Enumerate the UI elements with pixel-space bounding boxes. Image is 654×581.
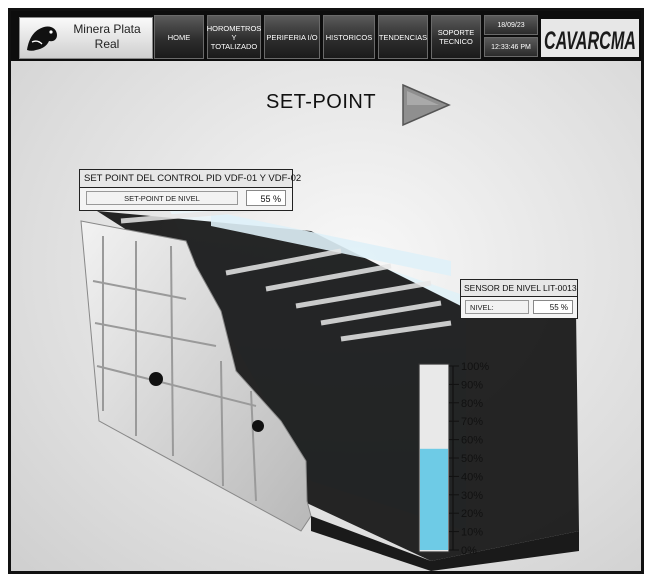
logo-text: CAVARCMA bbox=[544, 27, 636, 55]
wall-hole-right bbox=[252, 420, 264, 432]
nav-tendencias-button[interactable]: TENDENCIAS bbox=[378, 15, 428, 59]
setpoint-level-input[interactable]: 55 % bbox=[246, 190, 286, 206]
set-point-screen: SET-POINT SET POINT DEL CONTROL PID VDF-… bbox=[11, 61, 641, 571]
pid-panel-title: SET POINT DEL CONTROL PID VDF-01 Y VDF-0… bbox=[80, 170, 301, 188]
company-brand: Minera Plata Real bbox=[19, 17, 153, 59]
level-sensor-panel: SENSOR DE NIVEL LIT-0013 NIVEL: 55 % bbox=[460, 279, 578, 319]
hmi-window: Minera Plata Real HOME HOROMETROS Y TOTA… bbox=[8, 8, 644, 574]
company-name-line1: Minera Plata bbox=[73, 22, 141, 36]
gauge-tick-label: 60% bbox=[461, 435, 483, 447]
datetime-display: 18/09/23 12:33:46 PM bbox=[484, 15, 538, 59]
setpoint-level-label: SET-POINT DE NIVEL bbox=[86, 191, 238, 205]
time-display: 12:33:46 PM bbox=[484, 37, 538, 57]
top-navigation-bar: Minera Plata Real HOME HOROMETROS Y TOTA… bbox=[11, 11, 641, 61]
wall-hole-left bbox=[149, 372, 163, 386]
gauge-tick-label: 40% bbox=[461, 471, 483, 483]
sensor-panel-title: SENSOR DE NIVEL LIT-0013 bbox=[461, 280, 577, 297]
level-gauge: 100% 90% 80% 70% 60% 50% 40% 30% 20% 10% 0% bbox=[418, 361, 489, 557]
nav-soporte-button[interactable]: SOPORTE TECNICO bbox=[431, 15, 481, 59]
date-display: 18/09/23 bbox=[484, 15, 538, 35]
gauge-tick-label: 70% bbox=[461, 416, 483, 428]
cavarcma-logo: CAVARCMA bbox=[541, 19, 639, 57]
sensor-level-label: NIVEL: bbox=[465, 300, 529, 314]
nav-historicos-button[interactable]: HISTORICOS bbox=[323, 15, 375, 59]
gauge-tick-label: 10% bbox=[461, 527, 483, 539]
nav-home-button[interactable]: HOME bbox=[154, 15, 204, 59]
gauge-tick-label: 100% bbox=[461, 361, 489, 373]
company-name-line2: Real bbox=[94, 37, 120, 51]
nav-periferia-button[interactable]: PERIFERIA I/O bbox=[264, 15, 320, 59]
gauge-tick-label: 90% bbox=[461, 379, 483, 391]
pid-setpoint-panel: SET POINT DEL CONTROL PID VDF-01 Y VDF-0… bbox=[79, 169, 301, 211]
gauge-tick-label: 0% bbox=[461, 545, 477, 557]
sensor-level-value: 55 % bbox=[533, 300, 573, 314]
gauge-tick-label: 50% bbox=[461, 453, 483, 465]
gauge-tick-label: 80% bbox=[461, 398, 483, 410]
nav-horometros-button[interactable]: HOROMETROS Y TOTALIZADO bbox=[207, 15, 261, 59]
company-name: Minera Plata Real bbox=[64, 22, 150, 52]
next-screen-button[interactable] bbox=[401, 83, 451, 127]
puma-logo-icon bbox=[27, 26, 57, 51]
page-title: SET-POINT bbox=[266, 91, 377, 113]
gauge-tick-label: 20% bbox=[461, 508, 483, 520]
gauge-fill-bar bbox=[420, 448, 448, 550]
cavarcma-logo-graphic: CAVARCMA bbox=[544, 27, 636, 55]
gauge-tick-label: 30% bbox=[461, 490, 483, 502]
